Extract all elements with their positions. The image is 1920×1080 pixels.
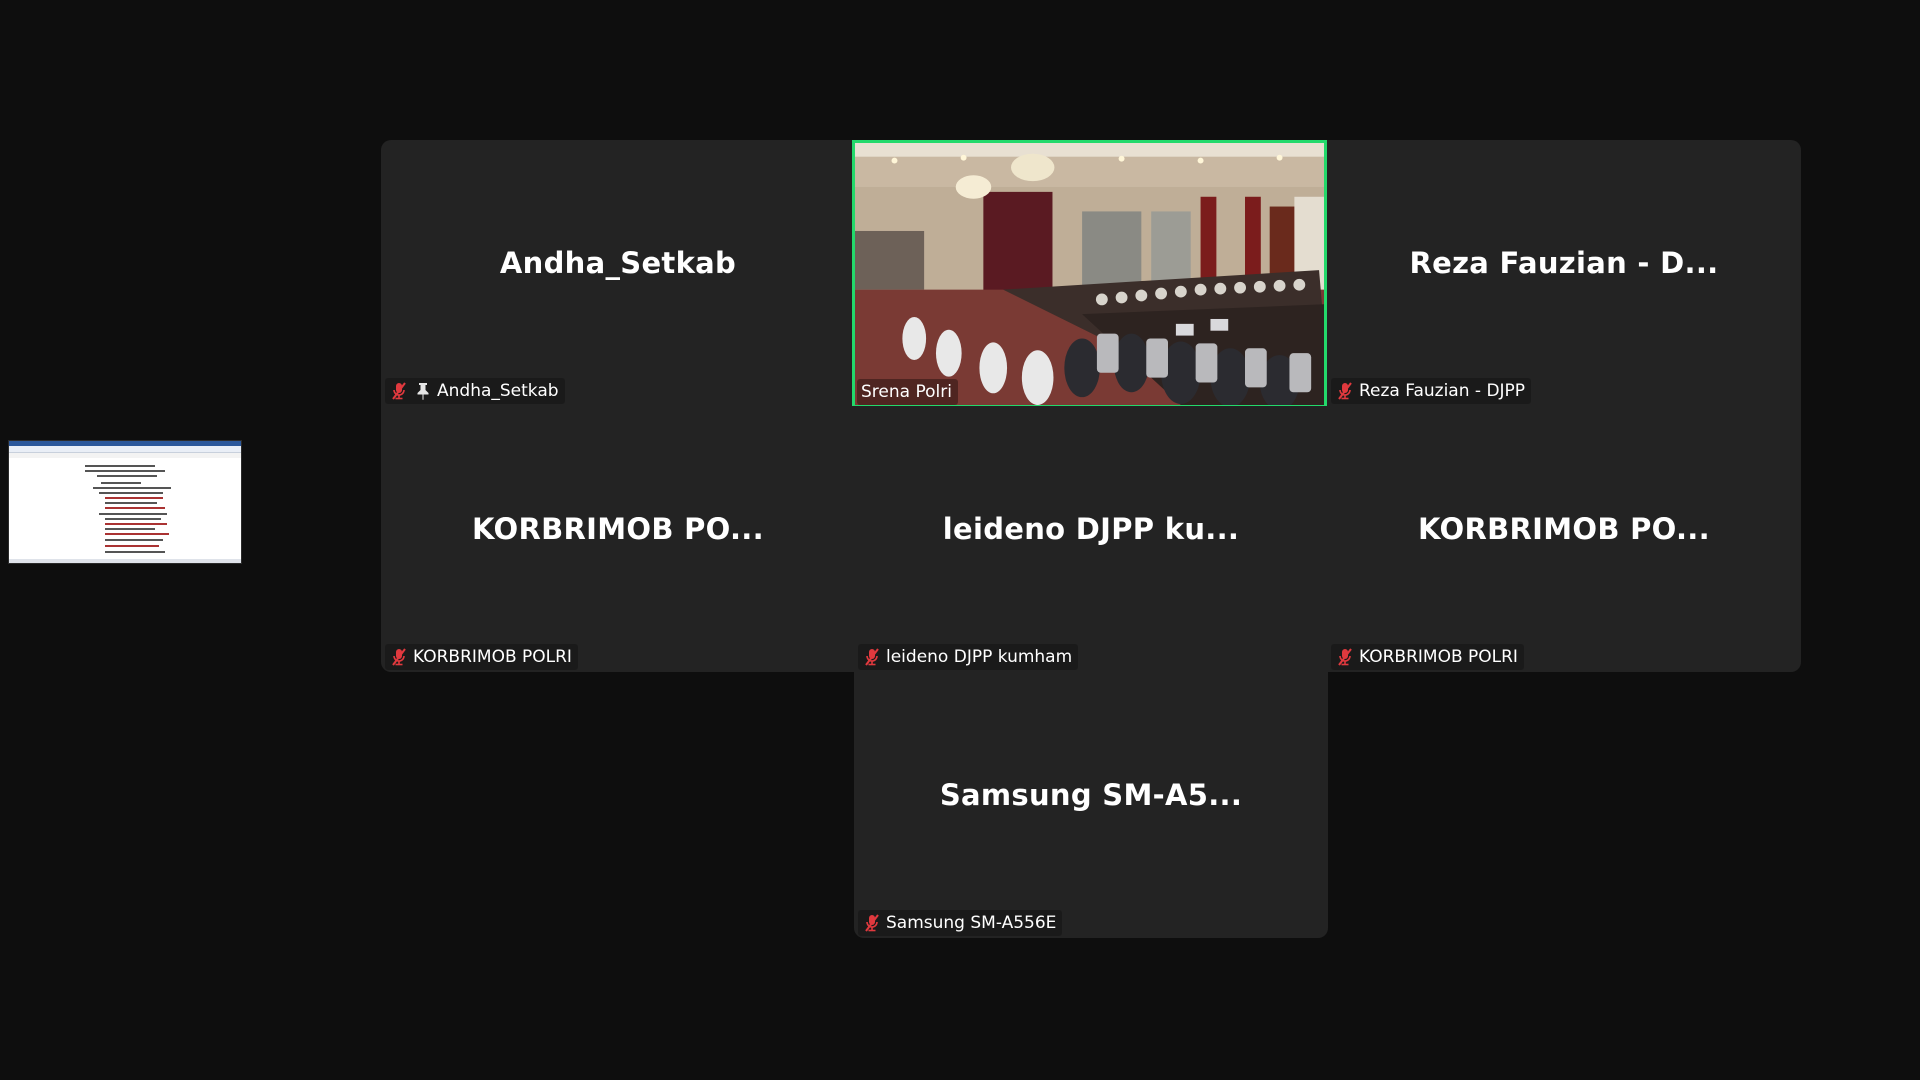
pin-icon: [413, 381, 433, 401]
mic-muted-icon: [1335, 381, 1355, 401]
participant-display-name: Samsung SM-A5...: [939, 778, 1243, 812]
participant-label: Andha_Setkab: [385, 378, 565, 404]
participant-tile[interactable]: Andha_Setkab Andha_Setkab: [381, 140, 855, 406]
participant-tile[interactable]: Reza Fauzian - D... Reza Fauzian - DJPP: [1327, 140, 1801, 406]
document-page: [77, 461, 185, 561]
participant-tile[interactable]: Samsung SM-A5... Samsung SM-A556E: [854, 672, 1328, 938]
ruler: [9, 453, 241, 458]
participant-display-name: Reza Fauzian - D...: [1409, 246, 1719, 280]
mic-muted-icon: [389, 647, 409, 667]
participant-display-name: leideno DJPP ku...: [942, 512, 1240, 546]
mic-muted-icon: [862, 647, 882, 667]
participant-name: KORBRIMOB POLRI: [413, 647, 572, 667]
participant-label: KORBRIMOB POLRI: [385, 644, 578, 670]
participant-name: leideno DJPP kumham: [886, 647, 1073, 667]
participant-display-name: Andha_Setkab: [499, 246, 737, 280]
participant-tile[interactable]: KORBRIMOB PO... KORBRIMOB POLRI: [1327, 406, 1801, 672]
participant-label: Srena Polri: [857, 379, 958, 405]
meeting-gallery-view: Andha_Setkab Andha_Setkab Srena Polri Re…: [0, 0, 1920, 1080]
participant-name: Andha_Setkab: [437, 381, 559, 401]
participant-label: Reza Fauzian - DJPP: [1331, 378, 1532, 404]
participant-label: KORBRIMOB POLRI: [1331, 644, 1524, 670]
mic-muted-icon: [862, 913, 882, 933]
participant-tile[interactable]: leideno DJPP ku... leideno DJPP kumham: [854, 406, 1328, 672]
conference-room-video: [855, 143, 1324, 405]
mic-muted-icon: [1335, 647, 1355, 667]
active-speaker-video-tile[interactable]: Srena Polri: [852, 140, 1327, 408]
status-bar: [9, 559, 241, 563]
participant-tile[interactable]: KORBRIMOB PO... KORBRIMOB POLRI: [381, 406, 855, 672]
participant-label: leideno DJPP kumham: [858, 644, 1079, 670]
participant-display-name: KORBRIMOB PO...: [1418, 512, 1710, 546]
participant-name: Reza Fauzian - DJPP: [1359, 381, 1526, 401]
participant-label: Samsung SM-A556E: [858, 910, 1063, 936]
participant-name: Samsung SM-A556E: [886, 913, 1057, 933]
shared-screen-thumbnail[interactable]: [8, 440, 242, 564]
mic-muted-icon: [389, 381, 409, 401]
participant-name: Srena Polri: [861, 382, 952, 402]
participant-display-name: KORBRIMOB PO...: [472, 512, 764, 546]
ribbon: [9, 446, 241, 453]
participant-name: KORBRIMOB POLRI: [1359, 647, 1518, 667]
